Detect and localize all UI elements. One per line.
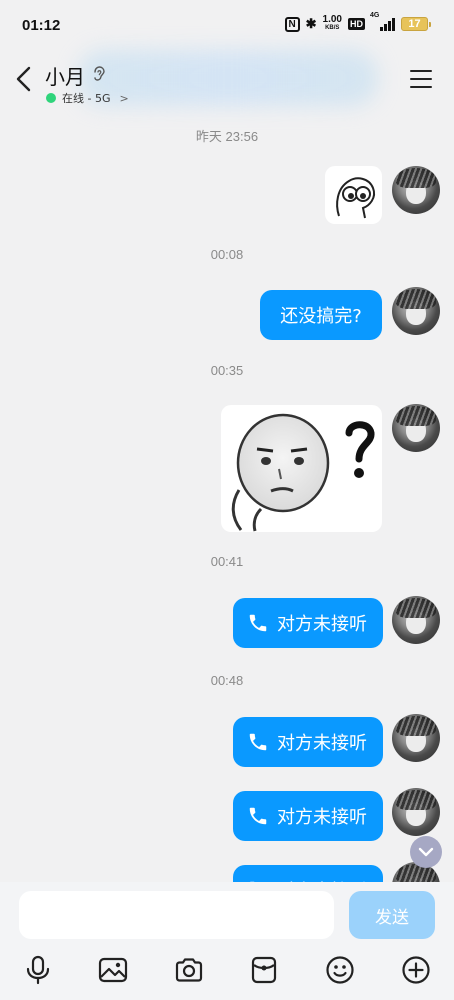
gallery-button[interactable] xyxy=(95,952,131,988)
contact-name[interactable]: 小月 xyxy=(45,61,85,90)
battery-icon: 17 xyxy=(401,17,431,31)
more-button[interactable] xyxy=(398,952,434,988)
phone-icon xyxy=(249,614,267,632)
status-icons: N ✱ 1.00 KB/S HD 4G 17 xyxy=(284,12,431,32)
chevron-down-icon xyxy=(418,847,434,857)
plus-icon xyxy=(402,956,430,984)
timestamp: 00:08 xyxy=(210,247,244,262)
input-bar: 发送 xyxy=(0,882,454,1000)
bluetooth-icon: ✱ xyxy=(305,16,317,31)
network-speed: 1.00 KB/S xyxy=(322,14,342,32)
chevron-right-icon: > xyxy=(119,91,129,105)
avatar[interactable] xyxy=(392,788,440,836)
timestamp: 00:41 xyxy=(210,554,244,569)
speed-value: 1.00 xyxy=(322,14,342,25)
avatar[interactable] xyxy=(392,166,440,214)
image-icon xyxy=(98,957,128,983)
emoji-button[interactable] xyxy=(322,952,358,988)
back-button[interactable] xyxy=(12,64,38,94)
call-status-text: 对方未接听 xyxy=(277,807,367,828)
sticker-message[interactable] xyxy=(221,405,382,532)
online-status-text: 在线 - 5G xyxy=(62,92,111,105)
timestamp: 昨天 23:56 xyxy=(195,129,259,144)
sticker-image xyxy=(336,177,375,219)
online-status[interactable]: 在线 - 5G > xyxy=(46,90,129,106)
avatar[interactable] xyxy=(392,596,440,644)
message-input[interactable] xyxy=(19,891,334,939)
missed-call-bubble[interactable]: 对方未接听 xyxy=(233,791,383,841)
back-arrow-icon xyxy=(16,66,31,92)
red-packet-icon xyxy=(251,956,277,984)
sticker-image xyxy=(231,413,375,532)
avatar[interactable] xyxy=(392,287,440,335)
camera-icon xyxy=(175,958,203,982)
missed-call-bubble[interactable]: 对方未接听 xyxy=(233,598,383,648)
emoji-icon xyxy=(326,956,354,984)
online-dot xyxy=(46,93,56,103)
signal-icon: 4G xyxy=(370,12,395,31)
hd-badge: HD xyxy=(348,18,365,30)
sticker-message[interactable] xyxy=(325,166,382,224)
input-toolbar xyxy=(0,952,454,992)
status-bar: 01:12 N ✱ 1.00 KB/S HD 4G 17 xyxy=(0,0,454,48)
message-bubble[interactable]: 还没搞完? xyxy=(260,290,382,340)
network-type: 4G xyxy=(370,11,380,19)
voice-button[interactable] xyxy=(20,952,56,988)
red-packet-button[interactable] xyxy=(246,952,282,988)
scroll-to-bottom-button[interactable] xyxy=(410,836,442,868)
phone-icon xyxy=(249,733,267,751)
send-button[interactable]: 发送 xyxy=(349,891,435,939)
call-status-text: 对方未接听 xyxy=(277,614,367,635)
menu-icon xyxy=(410,70,432,72)
avatar[interactable] xyxy=(392,714,440,762)
nfc-icon: N xyxy=(284,16,300,32)
status-time: 01:12 xyxy=(22,17,61,34)
phone-icon xyxy=(249,807,267,825)
timestamp: 00:48 xyxy=(210,673,244,688)
chat-header: 小月 在线 - 5G > xyxy=(0,48,454,110)
camera-button[interactable] xyxy=(171,952,207,988)
microphone-icon xyxy=(26,955,50,985)
speed-unit: KB/S xyxy=(325,25,340,31)
call-status-text: 对方未接听 xyxy=(277,733,367,754)
timestamp: 00:35 xyxy=(210,363,244,378)
avatar[interactable] xyxy=(392,404,440,452)
missed-call-bubble[interactable]: 对方未接听 xyxy=(233,717,383,767)
menu-button[interactable] xyxy=(410,70,432,88)
ear-icon[interactable] xyxy=(92,66,106,82)
